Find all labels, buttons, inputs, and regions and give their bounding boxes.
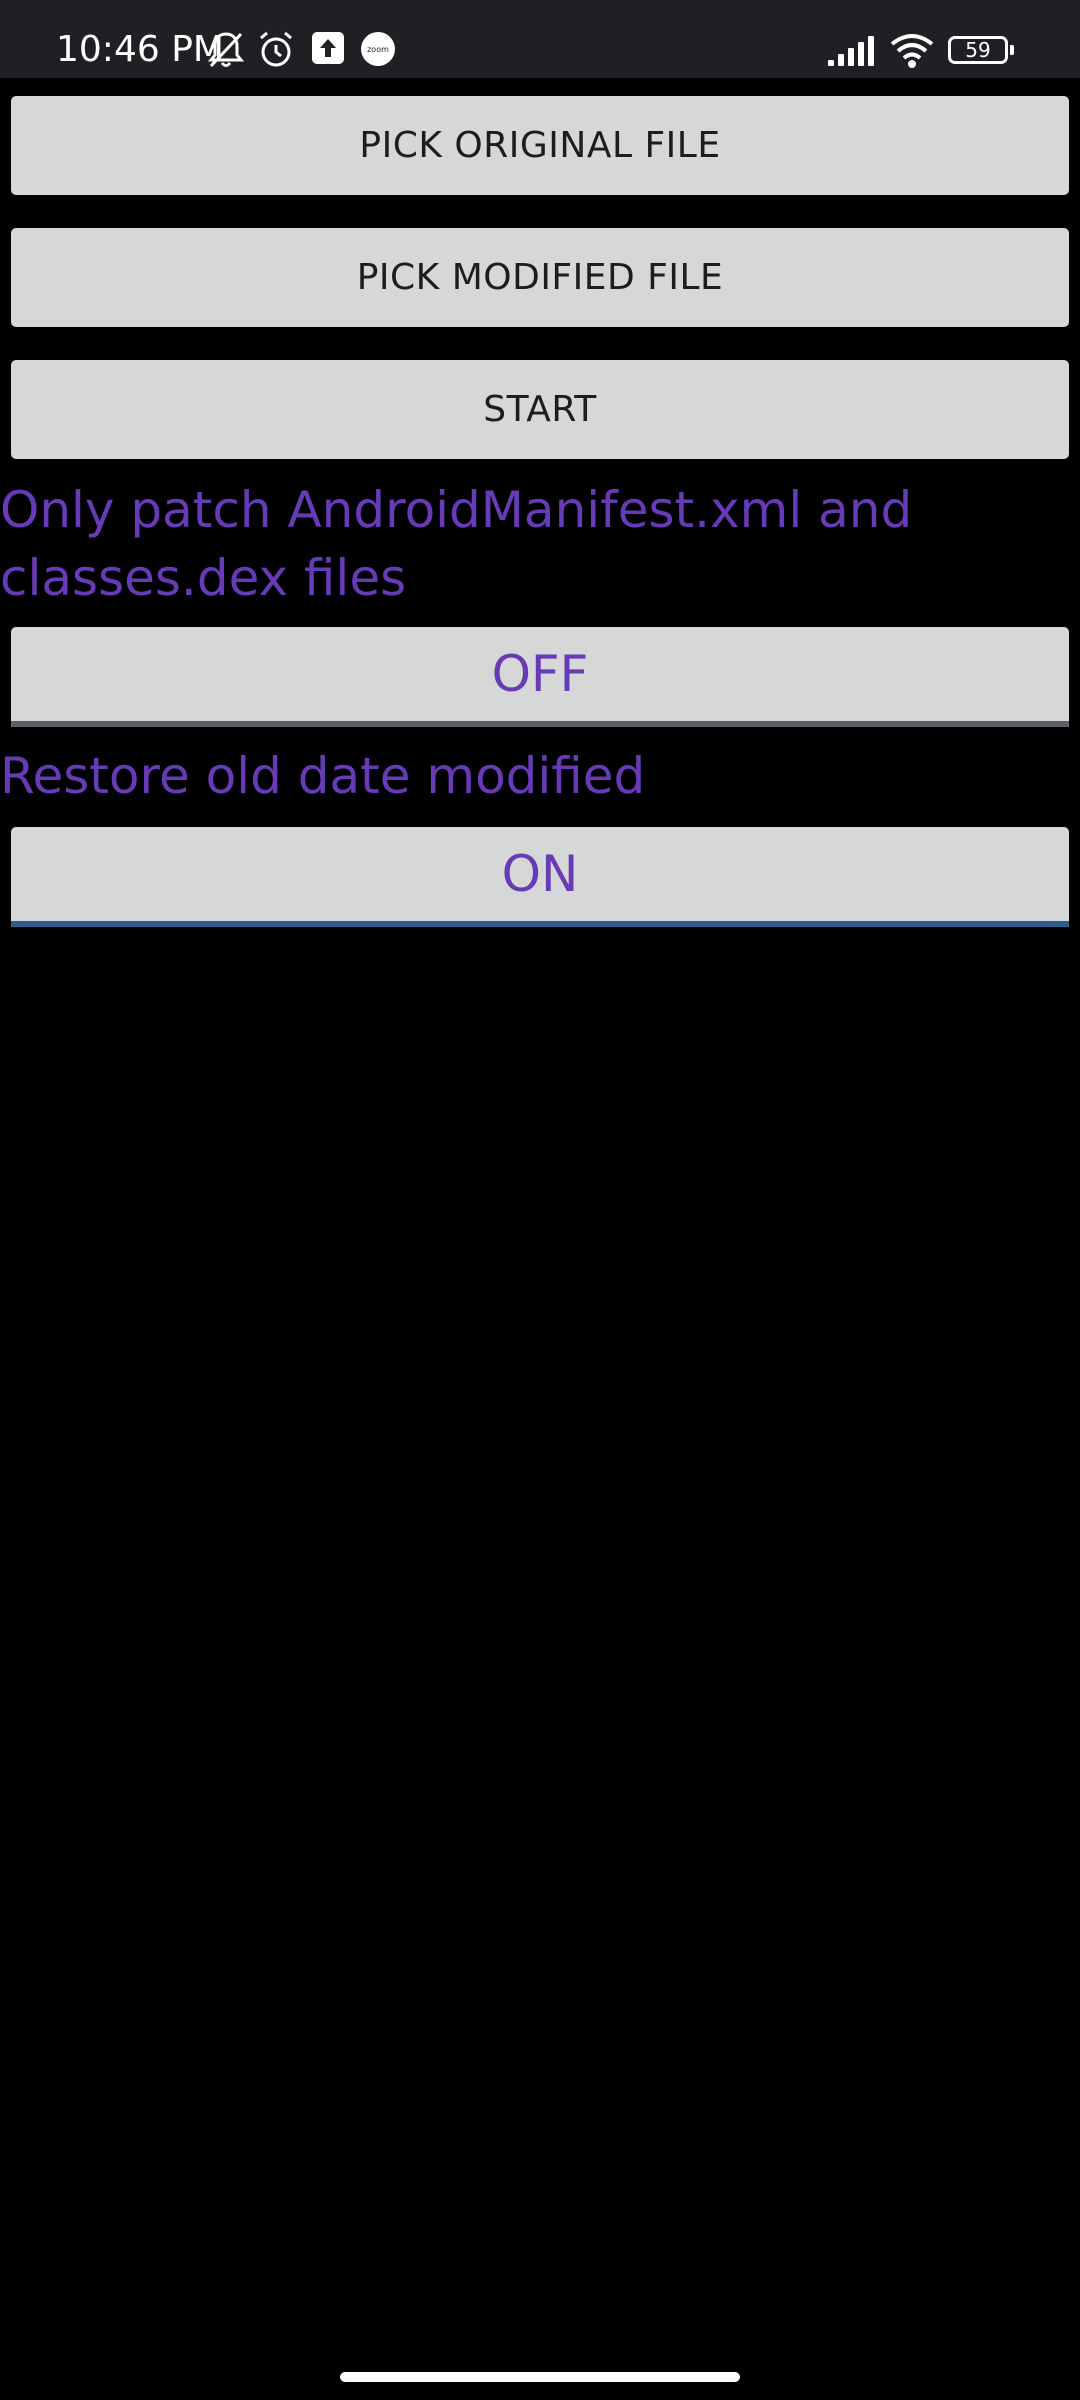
status-time: 10:46 PM [56, 29, 224, 70]
battery-icon: 59 [948, 36, 1014, 64]
restore-date-label: Restore old date modified [0, 747, 646, 805]
zoom-icon: zoom [359, 30, 397, 70]
zoom-icon-label: zoom [367, 45, 389, 54]
patch-only-label: Only patch AndroidManifest.xml and class… [0, 481, 913, 607]
upload-icon [310, 30, 346, 70]
status-bar: 10:46 PM zoom 59 [0, 0, 1080, 78]
battery-level: 59 [948, 36, 1008, 64]
signal-icon [826, 34, 876, 74]
start-button[interactable]: START [11, 360, 1069, 459]
patch-only-toggle[interactable]: OFF [11, 627, 1069, 727]
home-indicator[interactable] [340, 2372, 740, 2382]
wifi-icon [888, 32, 936, 72]
pick-modified-file-button[interactable]: PICK MODIFIED FILE [11, 228, 1069, 327]
restore-date-toggle[interactable]: ON [11, 827, 1069, 927]
battery-tip [1010, 45, 1014, 55]
bell-off-icon [207, 30, 245, 70]
pick-original-file-button[interactable]: PICK ORIGINAL FILE [11, 96, 1069, 195]
alarm-icon [256, 30, 296, 70]
